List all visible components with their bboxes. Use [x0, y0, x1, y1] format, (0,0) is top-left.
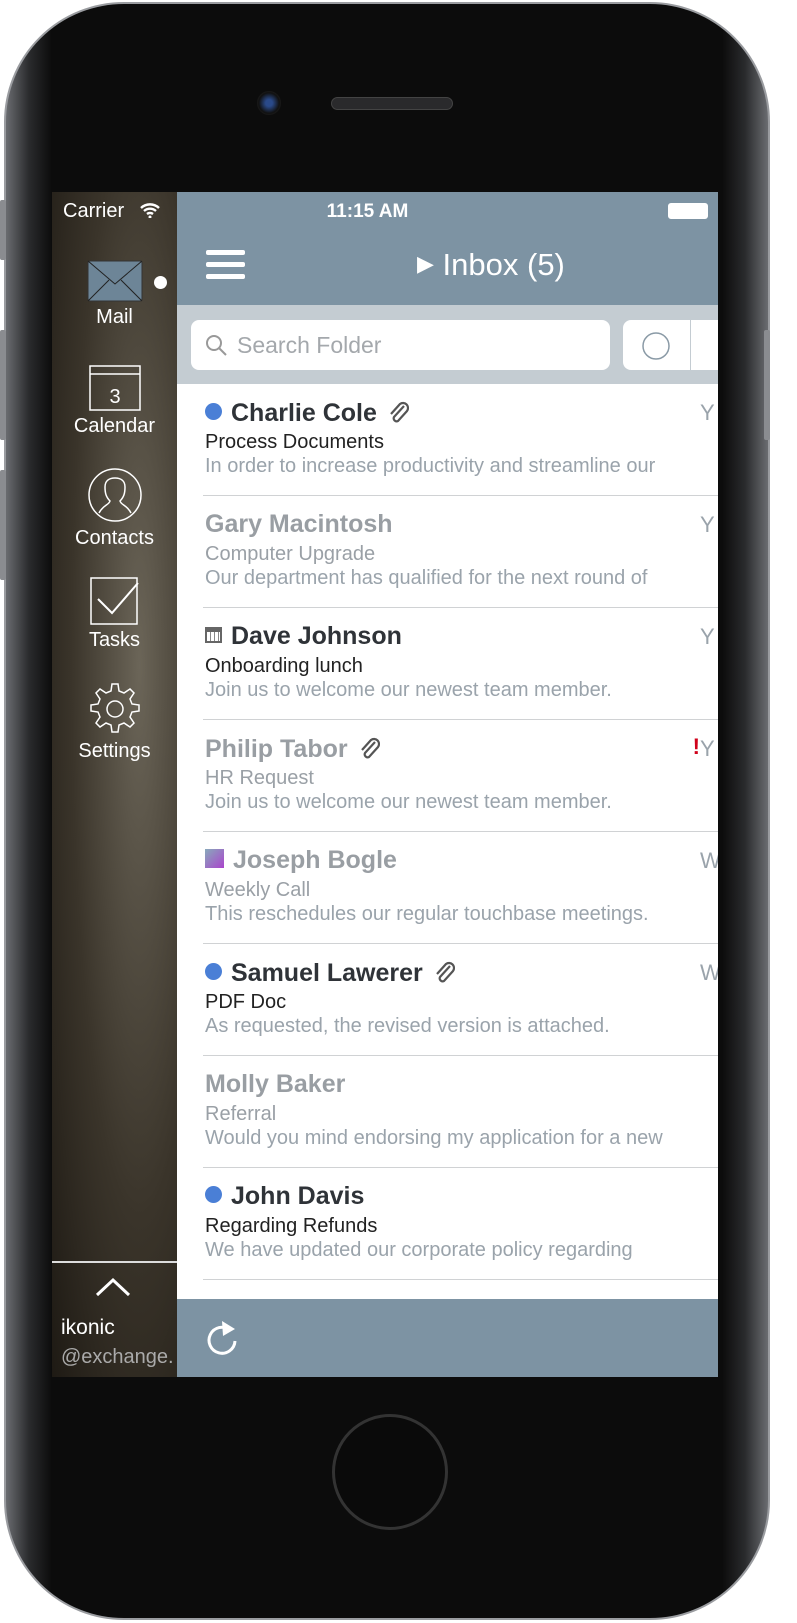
active-indicator: [154, 276, 167, 289]
message-row[interactable]: Gary Macintosh Computer Upgrade Our depart…: [177, 496, 718, 608]
meeting-request-icon: [205, 849, 224, 868]
subject: Regarding Refunds: [205, 1215, 378, 1237]
tasks-icon: [89, 577, 139, 625]
divider: [52, 1261, 177, 1263]
folder-title[interactable]: ▶ Inbox (5): [417, 247, 565, 283]
subject: HR Request: [205, 767, 314, 789]
subject: PDF Doc: [205, 991, 287, 1013]
main-pane: 11:15 AM ▶ Inbox (5) Search Folder Charl…: [177, 192, 718, 1377]
search-input[interactable]: Search Folder: [191, 320, 610, 370]
sender: Samuel Lawerer: [205, 958, 455, 988]
sender: Gary Macintosh: [205, 510, 393, 538]
subject: Onboarding lunch: [205, 655, 363, 677]
hamburger-menu-icon[interactable]: [206, 250, 245, 279]
date: We: [700, 848, 718, 873]
sidebar-item-contacts[interactable]: Contacts: [52, 467, 177, 550]
sidebar-label: Contacts: [75, 527, 154, 549]
message-row[interactable]: Molly Baker Referral Would you mind endors…: [177, 1056, 718, 1168]
title-text: Inbox (5): [442, 247, 565, 282]
mute-switch: [0, 200, 6, 260]
volume-down: [0, 470, 6, 580]
preview: Join us to welcome our newest team membe…: [205, 791, 612, 813]
subject: Referral: [205, 1103, 277, 1125]
date: We: [700, 960, 718, 985]
sender: Philip Tabor: [205, 734, 380, 764]
refresh-icon[interactable]: [205, 1319, 239, 1357]
sidebar-label: Calendar: [73, 415, 156, 437]
triangle-icon: ▶: [417, 251, 434, 276]
subject: Process Documents: [205, 431, 384, 453]
paperclip-icon: [360, 737, 380, 759]
nav-bar: 11:15 AM ▶ Inbox (5): [177, 192, 718, 305]
paperclip-icon: [435, 961, 455, 983]
chevron-up-icon[interactable]: [95, 1277, 131, 1297]
toolbar: [177, 1299, 718, 1377]
gear-icon: [89, 683, 140, 733]
sidebar-label: Tasks: [88, 629, 141, 651]
unread-dot-icon: [205, 963, 222, 980]
volume-up: [0, 330, 6, 440]
power-button: [764, 330, 770, 440]
date: Y: [700, 512, 715, 537]
unread-dot-icon: [205, 1186, 222, 1203]
home-button[interactable]: [332, 1414, 448, 1530]
mail-icon: [87, 260, 142, 302]
date: Y: [700, 624, 715, 649]
search-icon: [206, 335, 227, 356]
sidebar-label: Settings: [78, 740, 151, 762]
preview: We have updated our corporate policy reg…: [205, 1239, 633, 1261]
account-domain: @exchange.: [61, 1346, 174, 1368]
battery-icon: [668, 203, 708, 219]
date: Y: [700, 400, 715, 425]
unread-dot-icon: [205, 403, 222, 420]
calendar-icon: 3: [88, 365, 141, 411]
sidebar-item-calendar[interactable]: 3 Calendar: [52, 365, 177, 438]
screen: Carrier Mail 3 Calendar Contacts Tasks S…: [52, 192, 718, 1377]
contacts-icon: [87, 468, 142, 522]
calendar-small-icon: [205, 627, 222, 643]
preview: Would you mind endorsing my application …: [205, 1127, 663, 1149]
filter-segment[interactable]: [623, 320, 718, 370]
sender: Charlie Cole: [205, 398, 409, 428]
preview: Join us to welcome our newest team membe…: [205, 679, 612, 701]
preview: As requested, the revised version is att…: [205, 1015, 610, 1037]
search-bar: Search Folder: [177, 305, 718, 384]
sender: Molly Baker: [205, 1070, 346, 1098]
date: Y: [700, 736, 715, 761]
svg-text:3: 3: [109, 386, 120, 408]
sender: John Davis: [205, 1182, 364, 1211]
preview: This reschedules our regular touchbase m…: [205, 903, 649, 925]
preview: In order to increase productivity and st…: [205, 455, 656, 477]
importance-flag: !: [692, 734, 700, 759]
sender: Joseph Bogle: [205, 846, 397, 875]
status-time: 11:15 AM: [326, 201, 409, 222]
message-row[interactable]: John Davis Regarding Refunds We have updat…: [177, 1168, 718, 1280]
circle-filter-icon[interactable]: [641, 331, 671, 361]
sidebar-item-mail[interactable]: Mail: [52, 260, 177, 329]
separator: [203, 1279, 718, 1280]
message-row[interactable]: Dave Johnson Onboarding lunch Join us to w…: [177, 608, 718, 720]
message-row[interactable]: Philip Tabor HR Request Join us to welcome…: [177, 720, 718, 832]
paperclip-icon: [390, 401, 409, 423]
sidebar-item-tasks[interactable]: Tasks: [52, 577, 177, 652]
divider: [690, 320, 691, 370]
preview: Our department has qualified for the nex…: [205, 567, 648, 589]
camera: [257, 91, 281, 115]
speaker: [331, 97, 453, 110]
sender: Dave Johnson: [205, 622, 402, 651]
message-row[interactable]: Joseph Bogle Weekly Call This reschedules …: [177, 832, 718, 944]
sidebar: Carrier Mail 3 Calendar Contacts Tasks S…: [52, 192, 177, 1377]
message-row[interactable]: Samuel Lawerer PDF Doc As requested, the r…: [177, 944, 718, 1056]
sidebar-item-settings[interactable]: Settings: [52, 682, 177, 763]
subject: Computer Upgrade: [205, 543, 376, 565]
message-row[interactable]: Charlie Cole Process Documents In order to…: [177, 384, 718, 496]
search-placeholder: Search Folder: [237, 332, 382, 358]
account-name: ikonic: [61, 1316, 115, 1339]
sidebar-label: Mail: [96, 306, 133, 328]
subject: Weekly Call: [205, 879, 311, 901]
